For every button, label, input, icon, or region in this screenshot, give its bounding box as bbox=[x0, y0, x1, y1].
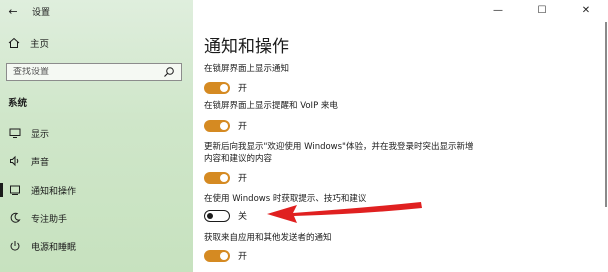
sidebar-item-home[interactable]: 主页 bbox=[8, 36, 49, 50]
sidebar-item-label: 主页 bbox=[30, 39, 50, 50]
search-box[interactable] bbox=[6, 63, 182, 81]
sidebar-item-power[interactable]: 电源和睡眠 bbox=[0, 236, 193, 256]
setting-label-welcome-experience-line1: 更新后向我显示"欢迎使用 Windows"体验，并在我登录时突出显示新增 bbox=[204, 142, 474, 152]
maximize-icon: ☐ bbox=[537, 4, 547, 16]
toggle-state-label: 开 bbox=[238, 84, 248, 94]
minimize-icon: — bbox=[493, 4, 503, 16]
window-controls: — ☐ ✕ bbox=[476, 0, 608, 20]
toggle-state-label: 开 bbox=[238, 174, 248, 184]
sidebar: ← 设置 主页 系统 显示 声音 通知和操作 bbox=[0, 0, 193, 272]
toggle-state-label: 开 bbox=[238, 252, 248, 262]
search-input[interactable] bbox=[13, 67, 153, 77]
toggle-app-notifications[interactable] bbox=[204, 250, 230, 262]
scrollbar[interactable] bbox=[603, 22, 608, 272]
close-icon: ✕ bbox=[581, 4, 591, 16]
toggle-lockscreen-notifications[interactable] bbox=[204, 82, 230, 94]
annotation-arrow-icon bbox=[267, 202, 422, 223]
back-button[interactable]: ← bbox=[0, 0, 26, 22]
sidebar-item-label: 专注助手 bbox=[31, 214, 68, 225]
display-icon bbox=[9, 127, 21, 139]
app-title: 设置 bbox=[32, 7, 51, 18]
setting-label-welcome-experience-line2: 内容和建议的内容 bbox=[204, 154, 273, 164]
setting-label-lockscreen-reminders: 在锁屏界面上显示提醒和 VoIP 来电 bbox=[204, 101, 338, 111]
maximize-button[interactable]: ☐ bbox=[520, 0, 564, 20]
toggle-tips-tricks[interactable] bbox=[204, 210, 230, 222]
scrollbar-thumb[interactable] bbox=[605, 22, 607, 207]
back-arrow-icon: ← bbox=[8, 4, 18, 18]
toggle-lockscreen-reminders[interactable] bbox=[204, 120, 230, 132]
minimize-button[interactable]: — bbox=[476, 0, 520, 20]
sidebar-section-label: 系统 bbox=[8, 98, 28, 109]
notifications-icon bbox=[9, 184, 21, 196]
setting-label-lockscreen-notifications: 在锁屏界面上显示通知 bbox=[204, 64, 290, 74]
close-button[interactable]: ✕ bbox=[564, 0, 608, 20]
power-icon bbox=[9, 240, 21, 252]
sidebar-item-display[interactable]: 显示 bbox=[0, 123, 193, 143]
page-title: 通知和操作 bbox=[204, 37, 289, 57]
sidebar-item-label: 显示 bbox=[31, 129, 50, 140]
sidebar-item-label: 声音 bbox=[31, 157, 50, 168]
sidebar-item-notifications[interactable]: 通知和操作 bbox=[0, 180, 193, 200]
sidebar-item-label: 电源和睡眠 bbox=[31, 242, 77, 253]
toggle-state-label: 关 bbox=[238, 212, 248, 222]
title-bar: ← 设置 bbox=[0, 0, 193, 22]
toggle-state-label: 开 bbox=[238, 122, 248, 132]
search-icon[interactable] bbox=[163, 66, 175, 78]
toggle-welcome-experience[interactable] bbox=[204, 172, 230, 184]
focus-assist-icon bbox=[9, 212, 21, 224]
setting-label-app-notifications: 获取来自应用和其他发送者的通知 bbox=[204, 233, 332, 243]
home-icon bbox=[8, 37, 20, 49]
sidebar-item-sound[interactable]: 声音 bbox=[0, 151, 193, 171]
main-panel: — ☐ ✕ 通知和操作 在锁屏界面上显示通知 开 在锁屏界面上显示提醒和 VoI… bbox=[193, 0, 608, 272]
sound-icon bbox=[9, 155, 21, 167]
sidebar-item-focus-assist[interactable]: 专注助手 bbox=[0, 208, 193, 228]
sidebar-item-label: 通知和操作 bbox=[31, 186, 77, 197]
